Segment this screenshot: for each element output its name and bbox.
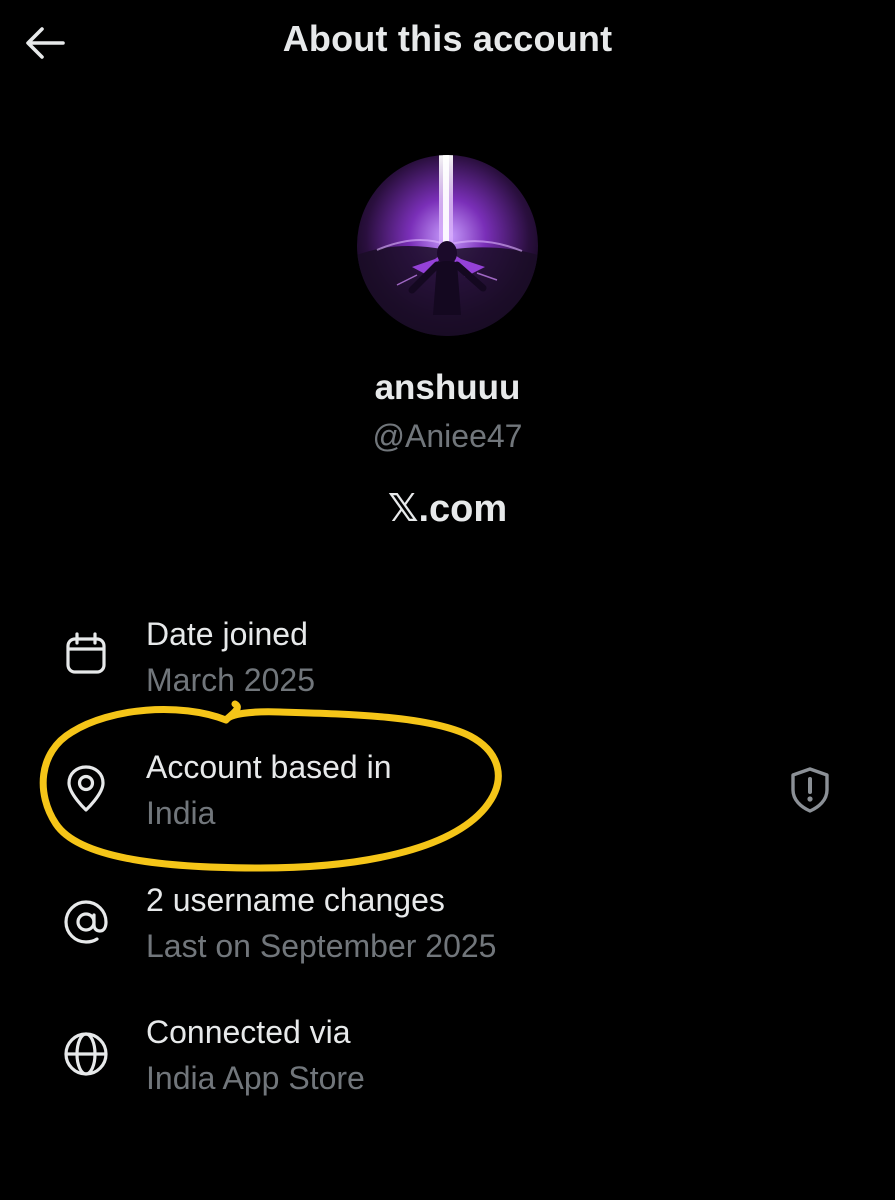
row-date-joined: Date joined March 2025: [0, 612, 895, 712]
row-subtitle: India App Store: [146, 1060, 365, 1096]
user-handle: @Aniee47: [372, 418, 523, 454]
row-username-changes: 2 username changes Last on September 202…: [0, 878, 895, 978]
x-logo-icon: 𝕏: [387, 486, 419, 530]
row-title: Account based in: [146, 749, 392, 785]
calendar-icon: [58, 626, 114, 682]
brand-domain-suffix: .com: [418, 488, 508, 530]
at-sign-icon: [58, 894, 114, 950]
row-subtitle: March 2025: [146, 662, 315, 698]
brand-domain: 𝕏.com: [0, 486, 895, 531]
location-pin-icon: [58, 761, 114, 817]
globe-icon: [58, 1026, 114, 1082]
row-title: Date joined: [146, 616, 308, 652]
row-title: Connected via: [146, 1014, 351, 1050]
row-title: 2 username changes: [146, 882, 445, 918]
top-bar: About this account: [0, 0, 895, 84]
row-connected-via: Connected via India App Store: [0, 1010, 895, 1110]
display-name: anshuuu: [374, 368, 521, 407]
avatar[interactable]: [357, 155, 538, 336]
row-subtitle: Last on September 2025: [146, 928, 497, 964]
page-title: About this account: [282, 18, 613, 59]
row-account-based-in: Account based in India: [0, 745, 895, 845]
shield-alert-icon[interactable]: [786, 764, 834, 816]
row-subtitle: India: [146, 795, 216, 831]
